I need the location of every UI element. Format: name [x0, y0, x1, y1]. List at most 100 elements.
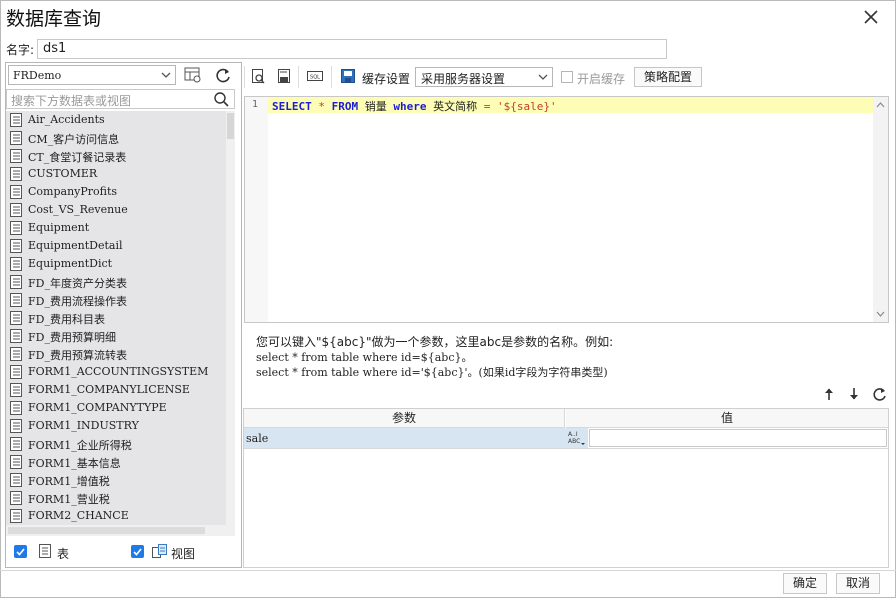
table-icon — [10, 203, 22, 217]
list-item[interactable]: FORM1_企业所得税 — [6, 435, 226, 453]
list-item-label: FORM1_增值税 — [28, 475, 110, 488]
list-item[interactable]: CUSTOMER — [6, 165, 226, 183]
table-list: Air_Accidents CM_客户访问信息 CT_食堂订餐记录表 CUSTO… — [6, 111, 226, 525]
list-item[interactable]: EquipmentDict — [6, 255, 226, 273]
hint-text: 您可以键入"${abc}"做为一个参数，这里abc是参数的名称。例如: — [256, 335, 614, 349]
list-item[interactable]: FD_费用预算流转表 — [6, 345, 226, 363]
show-tables-checkbox[interactable] — [14, 545, 27, 558]
list-item[interactable]: FORM1_ACCOUNTINGSYSTEM — [6, 363, 226, 381]
table-search-placeholder: 搜索下方数据表或视图 — [11, 94, 132, 108]
list-item[interactable]: CT_食堂订餐记录表 — [6, 147, 226, 165]
chevron-down-icon[interactable] — [873, 307, 888, 321]
footer-divider — [0, 570, 896, 571]
enable-cache-label: 开启缓存 — [577, 72, 626, 86]
sql-operator: * — [318, 100, 325, 113]
list-item-label: Air_Accidents — [28, 113, 105, 126]
show-tables-label: 表 — [57, 547, 70, 561]
list-item-label: FORM1_ACCOUNTINGSYSTEM — [28, 365, 209, 378]
param-name-cell: sale — [246, 432, 269, 445]
param-column-header: 参数 — [244, 409, 565, 428]
cache-icon[interactable] — [340, 68, 356, 84]
view-icon — [151, 543, 168, 559]
connection-select[interactable]: FRDemo — [8, 65, 176, 85]
table-icon — [10, 257, 22, 271]
cache-select[interactable]: 采用服务器设置 — [415, 67, 553, 87]
table-tree-icon[interactable] — [182, 65, 204, 85]
list-item[interactable]: Air_Accidents — [6, 111, 226, 129]
list-item[interactable]: EquipmentDetail — [6, 237, 226, 255]
list-item-label: CT_食堂订餐记录表 — [28, 151, 127, 164]
table-icon — [10, 311, 22, 325]
toolbar-divider — [244, 66, 245, 88]
list-item-label: EquipmentDict — [28, 257, 113, 270]
name-input[interactable]: ds1 — [37, 39, 667, 59]
list-item[interactable]: CM_客户访问信息 — [6, 129, 226, 147]
list-item-label: FORM2_CHANCE — [28, 509, 129, 522]
list-item[interactable]: FORM1_增值税 — [6, 471, 226, 489]
table-icon — [10, 239, 22, 253]
list-item[interactable]: FD_年度资产分类表 — [6, 273, 226, 291]
sql-keyword: FROM — [331, 100, 359, 113]
list-item[interactable]: FD_费用预算明细 — [6, 327, 226, 345]
list-item[interactable]: FORM1_基本信息 — [6, 453, 226, 471]
toolbar-divider — [331, 66, 332, 88]
list-item-label: FORM1_COMPANYTYPE — [28, 401, 167, 414]
list-item[interactable]: FORM1_INDUSTRY — [6, 417, 226, 435]
table-icon — [10, 329, 22, 343]
table-list-scrollbar[interactable] — [226, 111, 235, 525]
svg-text:SQL: SQL — [310, 75, 320, 81]
list-item[interactable]: FD_费用流程操作表 — [6, 291, 226, 309]
list-item-label: Equipment — [28, 221, 90, 234]
editor-gutter — [245, 97, 268, 322]
refresh-icon[interactable] — [870, 385, 888, 403]
cache-settings-label: 缓存设置 — [362, 72, 411, 86]
param-value-input[interactable] — [589, 429, 887, 447]
sql-code-line[interactable]: SELECT * FROM 销量 where 英文简称 = '${sale}' — [272, 98, 557, 114]
enable-cache-checkbox[interactable] — [561, 71, 573, 83]
list-item[interactable]: CompanyProfits — [6, 183, 226, 201]
table-icon — [10, 401, 22, 415]
list-item[interactable]: FORM2_CHANCE — [6, 507, 226, 525]
table-icon — [10, 455, 22, 469]
strategy-config-button[interactable]: 策略配置 — [634, 67, 702, 87]
preview-icon[interactable] — [250, 68, 266, 84]
chevron-up-icon[interactable] — [873, 98, 888, 112]
table-icon — [10, 509, 22, 523]
sql-identifier: 英文简称 — [433, 100, 478, 113]
arrow-down-icon[interactable] — [845, 385, 863, 403]
table-list-hscrollbar-thumb[interactable] — [8, 527, 205, 534]
list-item[interactable]: Cost_VS_Revenue — [6, 201, 226, 219]
hint-example: select * from table where id='${abc}'。(如… — [256, 366, 608, 379]
param-type-icon[interactable]: A..I ABC — [566, 428, 588, 448]
list-item[interactable]: FORM1_COMPANYTYPE — [6, 399, 226, 417]
sql-editor[interactable] — [244, 96, 889, 323]
show-views-checkbox[interactable] — [131, 545, 144, 558]
list-item[interactable]: Equipment — [6, 219, 226, 237]
refresh-icon[interactable] — [212, 65, 234, 85]
close-icon[interactable] — [858, 4, 884, 30]
table-icon — [10, 419, 22, 433]
table-icon — [10, 167, 22, 181]
arrow-up-icon[interactable] — [820, 385, 838, 403]
document-icon[interactable] — [276, 68, 292, 84]
window-title: 数据库查询 — [6, 8, 102, 30]
table-list-scrollbar-thumb[interactable] — [227, 113, 234, 139]
list-item-label: FD_费用预算明细 — [28, 331, 116, 344]
chevron-down-icon — [534, 68, 552, 86]
list-item-label: CM_客户访问信息 — [28, 133, 120, 146]
sql-icon[interactable]: SQL — [307, 68, 323, 84]
ok-button[interactable]: 确定 — [783, 573, 827, 594]
list-item-label: FORM1_营业税 — [28, 493, 110, 506]
line-number: 1 — [252, 99, 259, 110]
table-search-input[interactable]: 搜索下方数据表或视图 — [6, 89, 235, 109]
cancel-button[interactable]: 取消 — [836, 573, 880, 594]
list-item[interactable]: FD_费用科目表 — [6, 309, 226, 327]
list-item[interactable]: FORM1_COMPANYLICENSE — [6, 381, 226, 399]
list-item-label: Cost_VS_Revenue — [28, 203, 128, 216]
table-row[interactable] — [244, 428, 566, 448]
search-icon[interactable] — [213, 91, 230, 108]
list-item[interactable]: FORM1_营业税 — [6, 489, 226, 507]
editor-scrollbar[interactable] — [873, 97, 888, 322]
table-icon — [38, 543, 52, 559]
connection-select-value: FRDemo — [13, 69, 62, 82]
